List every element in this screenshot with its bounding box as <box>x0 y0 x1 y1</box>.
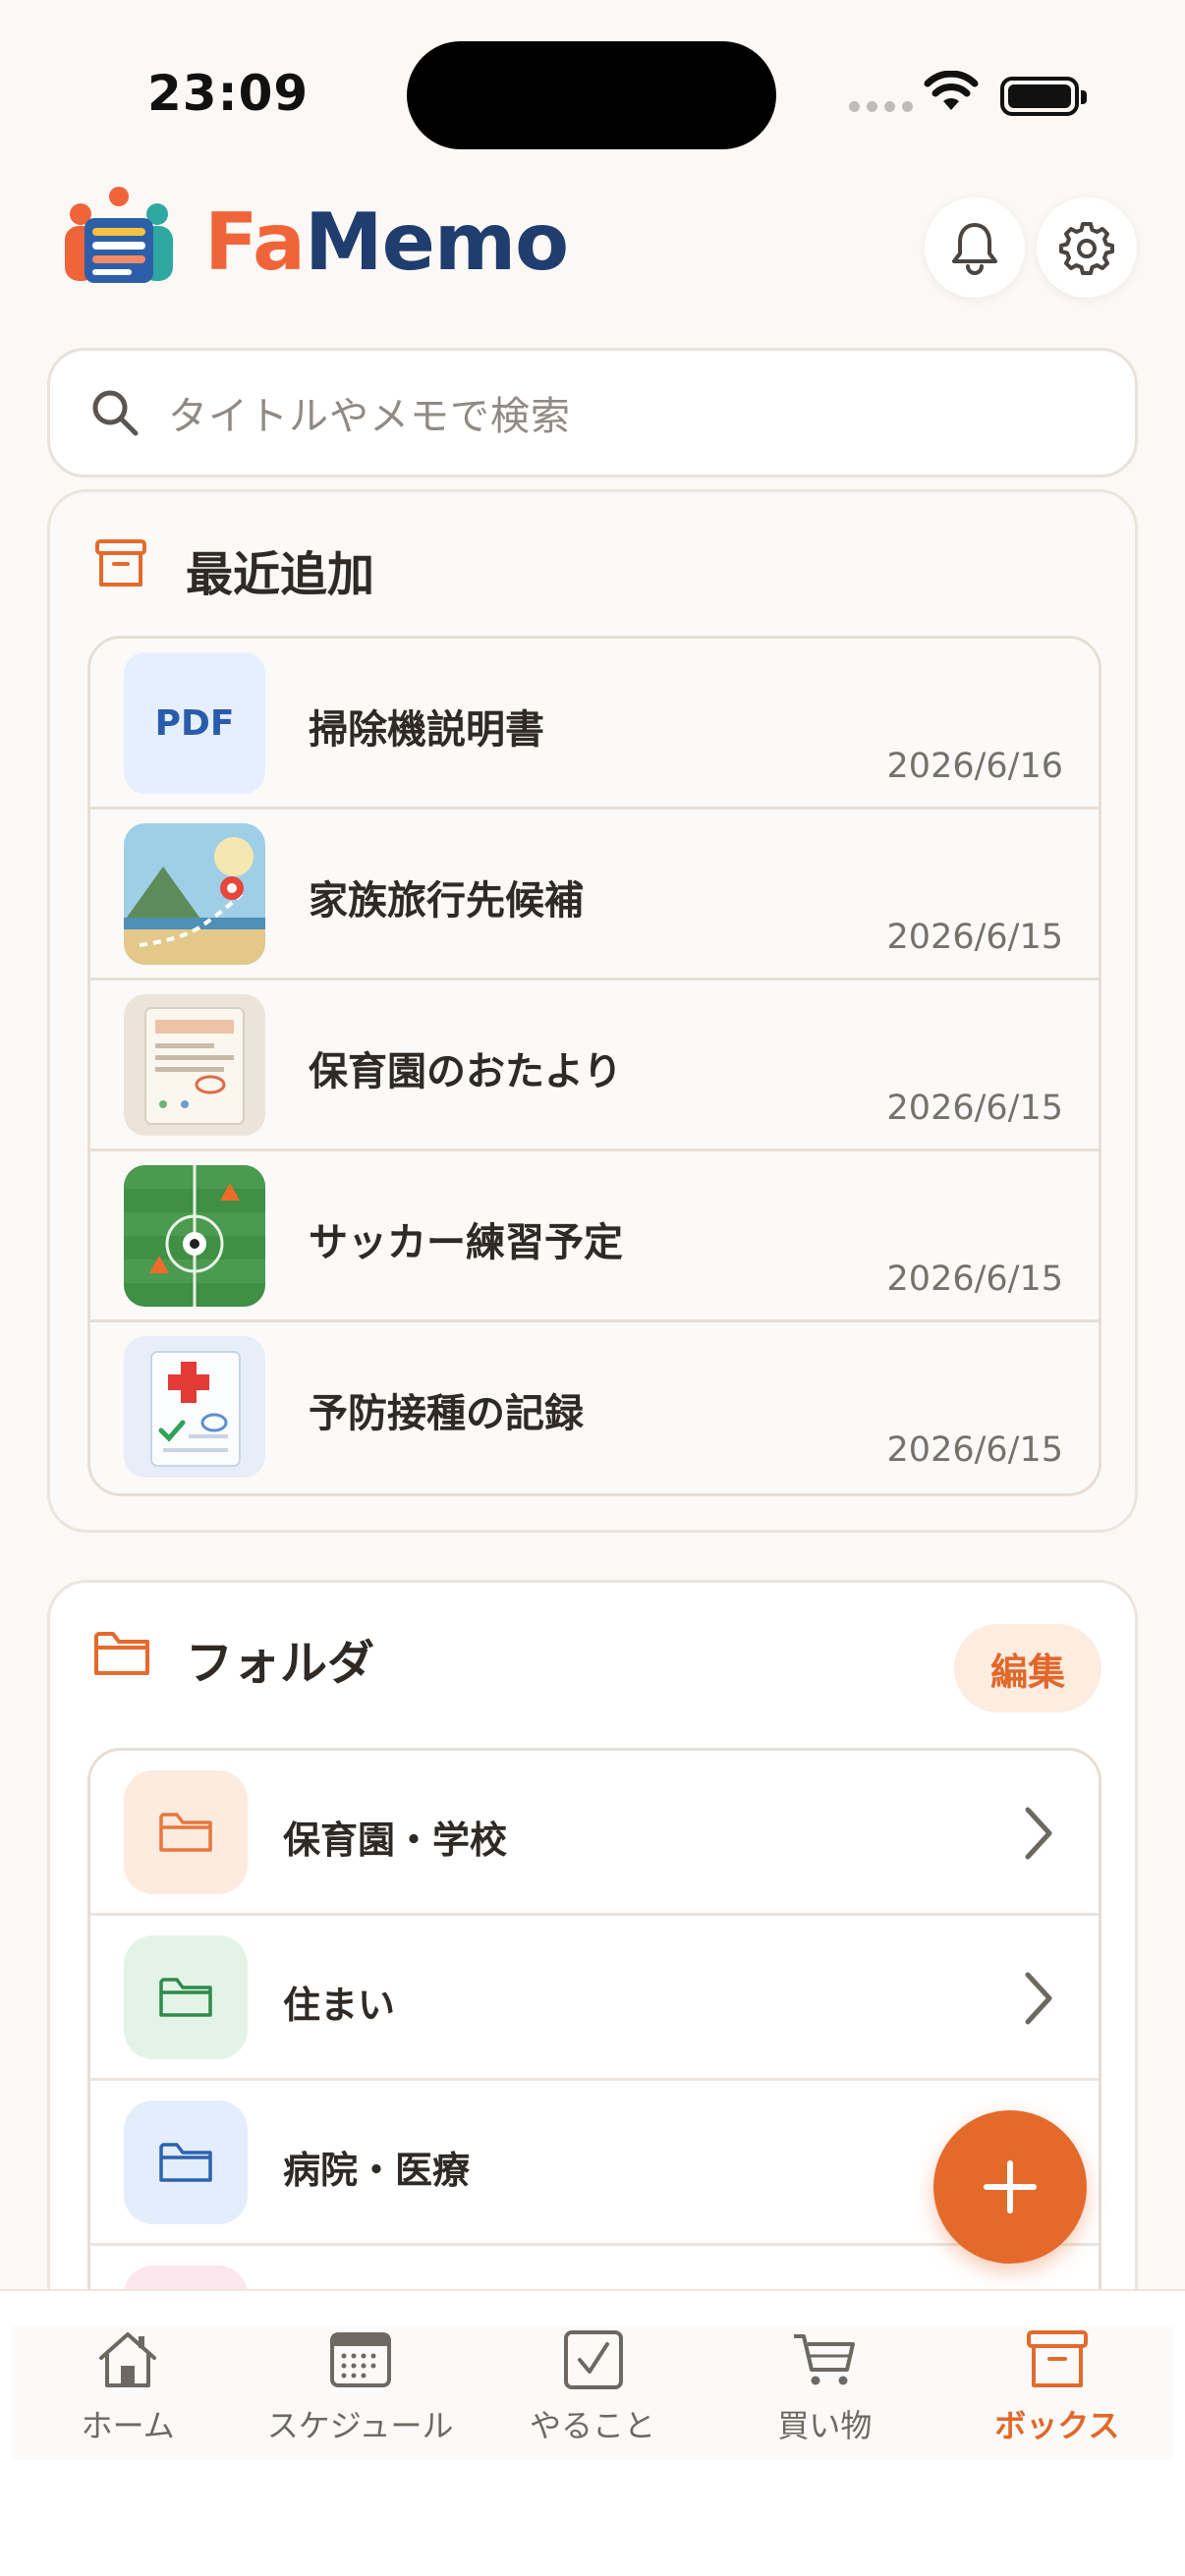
box-icon <box>95 539 146 587</box>
folder-item[interactable]: 住まい <box>90 1916 1099 2081</box>
folder-name: 保育園・学校 <box>283 1819 508 1862</box>
item-date: 2026/6/15 <box>886 1260 1063 1299</box>
travel-map-thumbnail <box>124 823 265 965</box>
edit-button[interactable]: 編集 <box>954 1624 1101 1712</box>
tab-home[interactable]: ホーム <box>12 2326 244 2460</box>
search-placeholder: タイトルやメモで検索 <box>168 394 571 439</box>
item-name: サッカー練習予定 <box>309 1220 623 1265</box>
tab-label: ボックス <box>994 2407 1120 2444</box>
tab-shopping[interactable]: 買い物 <box>708 2326 940 2460</box>
folder-icon <box>124 2100 248 2224</box>
folder-name: 病院・医療 <box>283 2149 471 2192</box>
soccer-field-thumbnail <box>124 1165 265 1307</box>
plus-icon <box>984 2160 1037 2213</box>
item-name: 家族旅行先候補 <box>309 878 584 924</box>
cellular-signal-icon <box>849 101 913 112</box>
tab-label: やること <box>530 2407 656 2444</box>
logo-text-memo: Memo <box>304 196 569 288</box>
screen: 23:09 FaMemo タイトルやメモで検索 最近追加 PDF 掃除機説明書 … <box>0 0 1185 2576</box>
list-item[interactable]: 保育園のおたより 2026/6/15 <box>90 980 1099 1151</box>
chevron-right-icon <box>1025 1972 1052 2025</box>
item-name: 保育園のおたより <box>309 1049 623 1094</box>
folder-icon <box>124 1935 248 2059</box>
calendar-icon <box>329 2332 391 2387</box>
battery-icon <box>1000 77 1087 116</box>
list-item[interactable]: PDF 掃除機説明書 2026/6/16 <box>90 639 1099 810</box>
wifi-icon <box>924 71 979 110</box>
box-icon <box>1026 2330 1088 2387</box>
logo-text-fa: Fa <box>204 196 306 288</box>
item-date: 2026/6/15 <box>886 918 1063 957</box>
tab-label: ホーム <box>81 2407 175 2444</box>
recent-card: 最近追加 PDF 掃除機説明書 2026/6/16 家族旅行先候補 2026/6… <box>47 489 1138 1533</box>
folder-icon <box>124 1770 248 1894</box>
chevron-right-icon <box>1025 1807 1052 1860</box>
item-name: 掃除機説明書 <box>309 707 544 753</box>
bell-icon <box>952 223 997 275</box>
tab-label: スケジュール <box>266 2407 454 2444</box>
pdf-thumbnail: PDF <box>124 652 265 794</box>
checkbox-icon <box>564 2330 624 2389</box>
item-date: 2026/6/15 <box>886 1089 1063 1128</box>
item-date: 2026/6/16 <box>886 747 1063 786</box>
gear-icon <box>1059 222 1114 275</box>
recent-title: 最近追加 <box>186 547 375 602</box>
newsletter-thumbnail <box>124 994 265 1136</box>
tab-schedule[interactable]: スケジュール <box>244 2326 476 2460</box>
list-item[interactable]: 家族旅行先候補 2026/6/15 <box>90 810 1099 980</box>
tab-todo[interactable]: やること <box>477 2326 708 2460</box>
item-date: 2026/6/15 <box>886 1430 1063 1470</box>
tab-box[interactable]: ボックス <box>941 2326 1173 2460</box>
recent-list: PDF 掃除機説明書 2026/6/16 家族旅行先候補 2026/6/15 保… <box>87 636 1101 1496</box>
list-item[interactable]: 予防接種の記録 2026/6/15 <box>90 1322 1099 1493</box>
search-icon <box>92 390 139 436</box>
add-button[interactable] <box>933 2110 1087 2264</box>
vaccination-record-thumbnail <box>124 1336 265 1478</box>
cart-icon <box>794 2334 856 2385</box>
item-name: 予防接種の記録 <box>309 1391 584 1436</box>
famemo-logo-icon <box>65 187 173 283</box>
dynamic-island <box>407 41 776 149</box>
search-input[interactable]: タイトルやメモで検索 <box>47 348 1138 477</box>
home-icon <box>99 2332 157 2387</box>
tab-bar: ホーム スケジュール やること 買い物 ボックス <box>0 2289 1185 2576</box>
folders-title: フォルダ <box>186 1636 375 1691</box>
settings-button[interactable] <box>1037 197 1137 298</box>
folder-name: 住まい <box>283 1984 396 2027</box>
tab-label: 買い物 <box>777 2407 873 2444</box>
folder-icon <box>94 1632 149 1675</box>
list-item[interactable]: サッカー練習予定 2026/6/15 <box>90 1151 1099 1322</box>
status-time: 23:09 <box>147 65 310 122</box>
notifications-button[interactable] <box>925 197 1025 298</box>
folder-item[interactable]: 保育園・学校 <box>90 1751 1099 1916</box>
app-logo-text: FaMemo <box>204 196 569 288</box>
